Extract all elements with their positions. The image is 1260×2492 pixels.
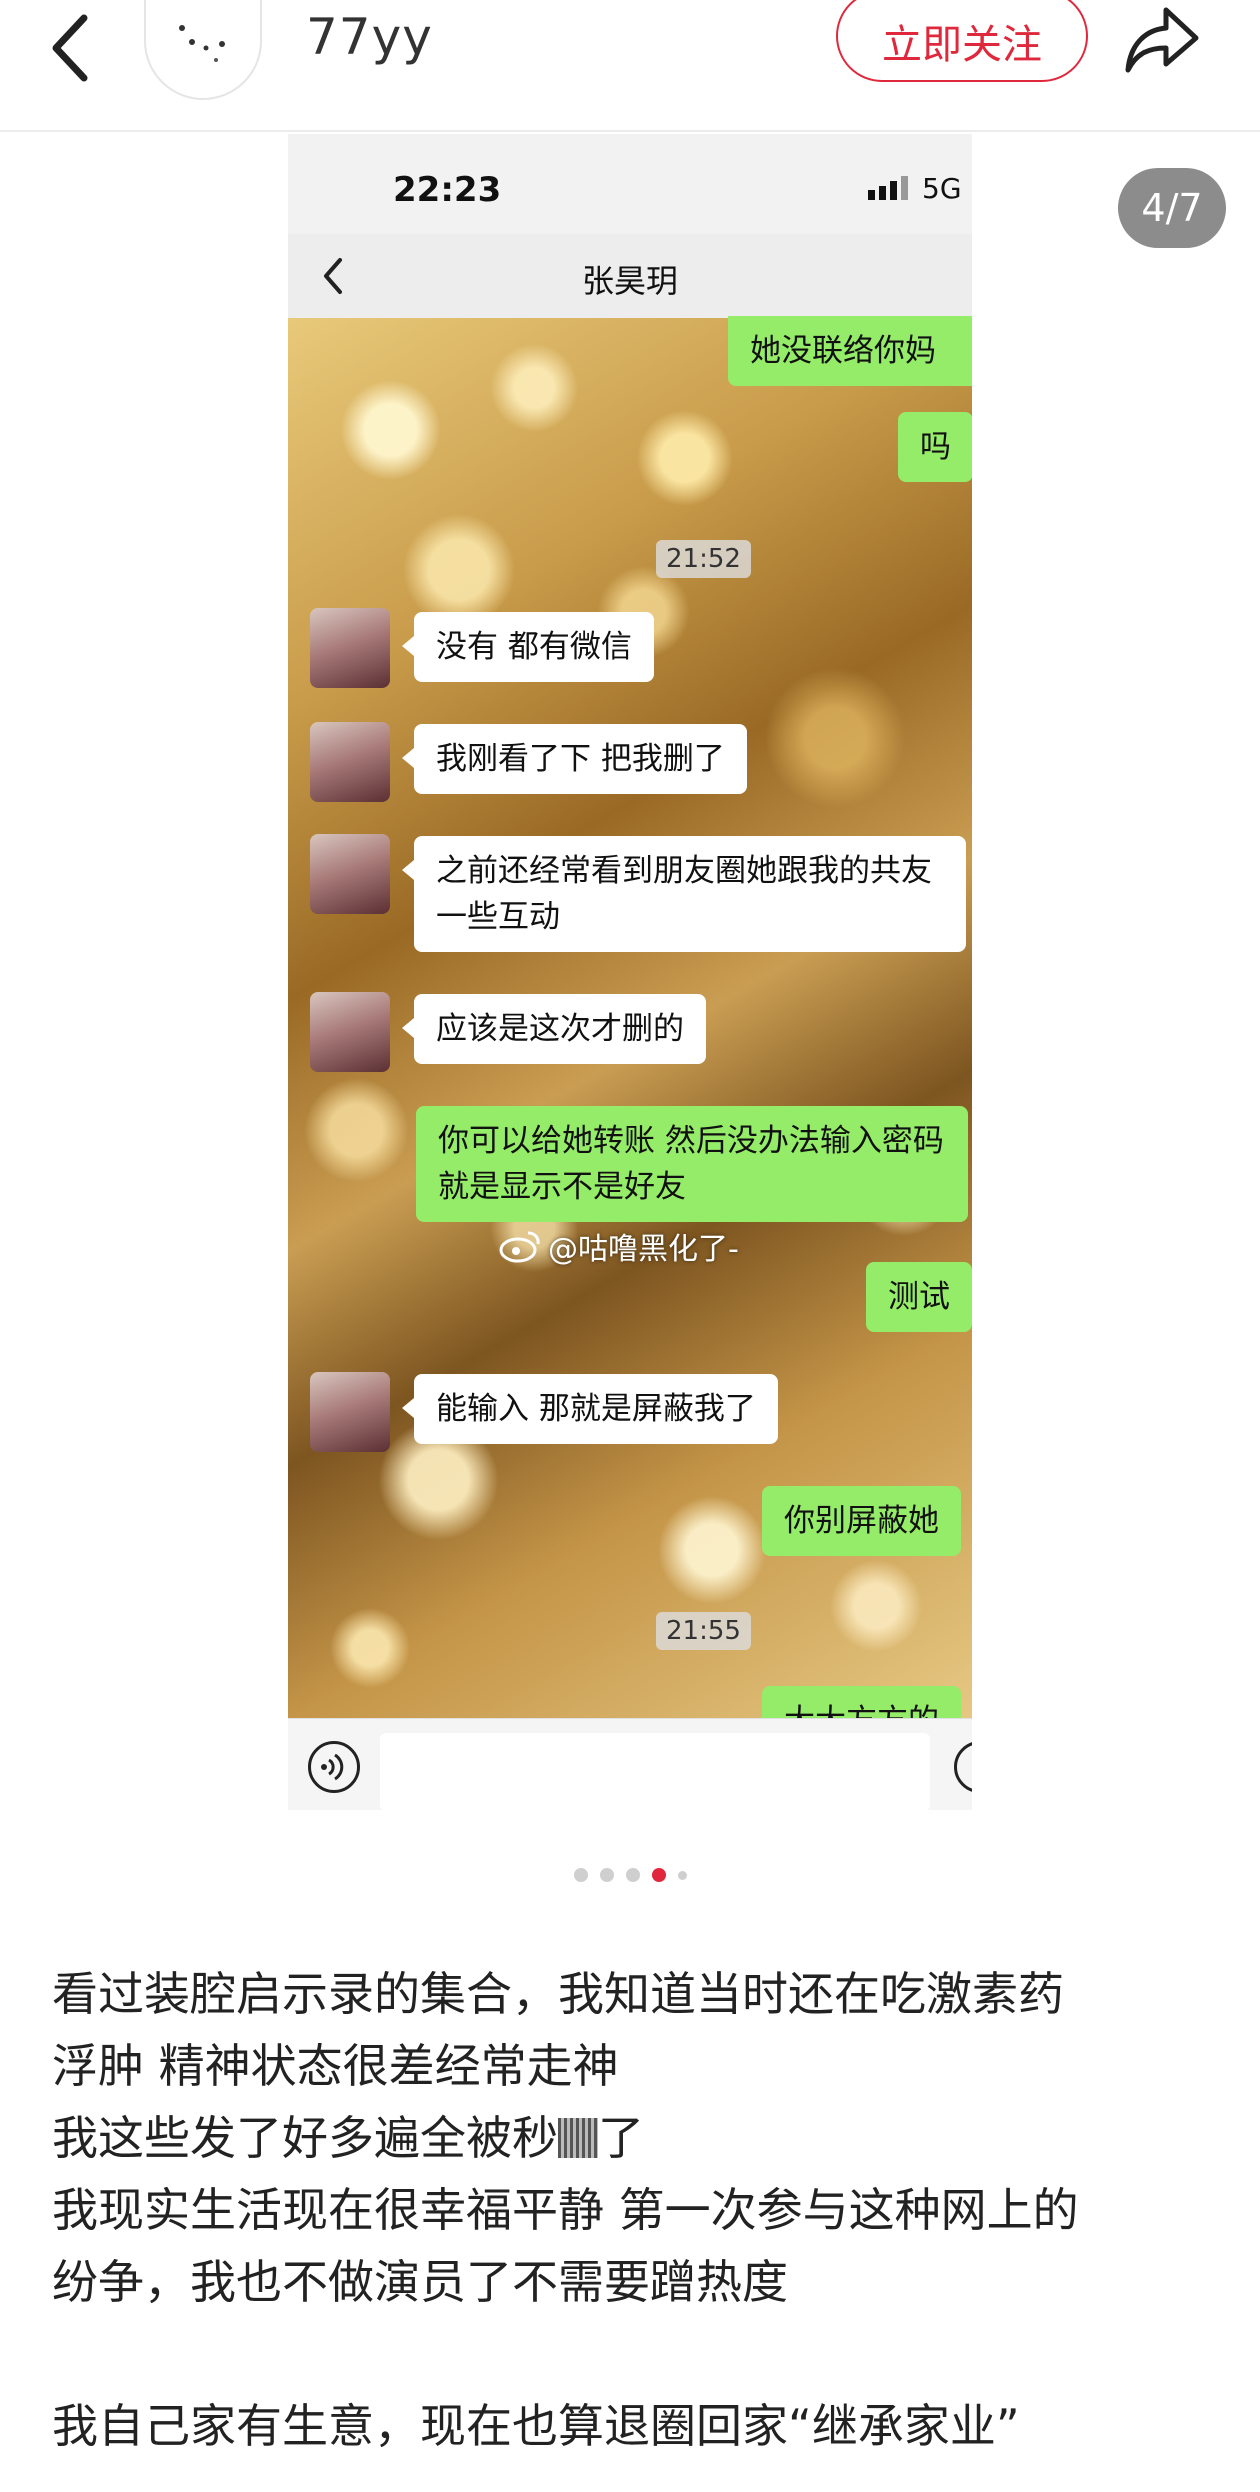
contact-name: 张昊玥: [581, 262, 678, 300]
image-counter: 4/7: [1118, 168, 1226, 248]
network-type: 5G: [922, 172, 962, 205]
contact-avatar: [310, 608, 390, 688]
voice-icon: [308, 1741, 360, 1793]
carousel-dot[interactable]: [599, 1868, 614, 1882]
message-received: 没有 都有微信: [402, 612, 654, 682]
carousel-indicator: [0, 1868, 1260, 1882]
carousel-dot[interactable]: [677, 1870, 687, 1880]
post-line: 我这些发了好多遍全被秒了: [52, 2102, 1222, 2174]
post-line: 我现实生活现在很幸福平静 第一次参与这种网上的: [52, 2183, 1079, 2237]
post-line-text: 了: [598, 2111, 644, 2165]
phone-status-bar: 22:23 5G: [288, 134, 972, 234]
message-sent: 她没联络你妈: [728, 316, 972, 386]
chat-timestamp: 21:52: [656, 540, 751, 578]
carousel-dot[interactable]: [573, 1868, 588, 1882]
back-arrow-icon[interactable]: [44, 8, 104, 88]
post-line: 浮肿 精神状态很差经常走神: [52, 2039, 619, 2093]
image-viewer[interactable]: 22:23 5G 张昊玥 她没联络你妈 吗 21:52 没有 都有微信 我刚看了…: [0, 134, 1260, 1834]
post-line-text: 我这些发了好多遍全被秒: [52, 2111, 558, 2165]
chat-header: 张昊玥: [288, 234, 972, 318]
weibo-watermark: @咕噜黑化了-: [498, 1224, 739, 1268]
chat-screenshot: 22:23 5G 张昊玥 她没联络你妈 吗 21:52 没有 都有微信 我刚看了…: [288, 134, 972, 1810]
post-line: 纷争，我也不做演员了不需要蹭热度: [52, 2255, 788, 2309]
message-sent: 你别屏蔽她: [762, 1486, 961, 1556]
message-sent: 你可以给她转账 然后没办法输入密码就是显示不是好友: [416, 1106, 968, 1222]
weibo-icon: [499, 1231, 540, 1263]
contact-avatar: [310, 992, 390, 1072]
post-line: 看过装腔启示录的集合，我知道当时还在吃激素药: [52, 1967, 1064, 2021]
message-received: 应该是这次才删的: [402, 994, 706, 1064]
share-icon[interactable]: [1122, 0, 1202, 80]
chat-timestamp: 21:55: [656, 1612, 751, 1650]
emoji-icon: [954, 1741, 972, 1793]
carousel-dot-active[interactable]: [651, 1868, 666, 1882]
chat-input-bar: [288, 1718, 972, 1810]
chat-text-field: [380, 1733, 930, 1810]
message-received: 之前还经常看到朋友圈她跟我的共友一些互动: [402, 836, 966, 952]
author-name[interactable]: 77yy: [306, 8, 433, 66]
top-bar: 77yy 立即关注: [0, 0, 1260, 132]
message-sent: 测试: [866, 1262, 972, 1332]
follow-button[interactable]: 立即关注: [836, 0, 1088, 82]
message-sent: 吗: [898, 412, 972, 482]
status-time: 22:23: [393, 170, 502, 210]
contact-avatar: [310, 1372, 390, 1452]
author-avatar[interactable]: [144, 0, 262, 100]
message-received: 能输入 那就是屏蔽我了: [402, 1374, 778, 1444]
watermark-text: @咕噜黑化了-: [548, 1232, 739, 1267]
post-body: 看过装腔启示录的集合，我知道当时还在吃激素药 浮肿 精神状态很差经常走神 我这些…: [52, 1958, 1222, 2462]
redacted-character: [558, 2118, 598, 2158]
message-received: 我刚看了下 把我删了: [402, 724, 747, 794]
signal-icon: [868, 176, 908, 200]
contact-avatar: [310, 722, 390, 802]
post-line: 我自己家有生意，现在也算退圈回家“继承家业”: [52, 2399, 1020, 2453]
carousel-dot[interactable]: [625, 1868, 640, 1882]
contact-avatar: [310, 834, 390, 914]
